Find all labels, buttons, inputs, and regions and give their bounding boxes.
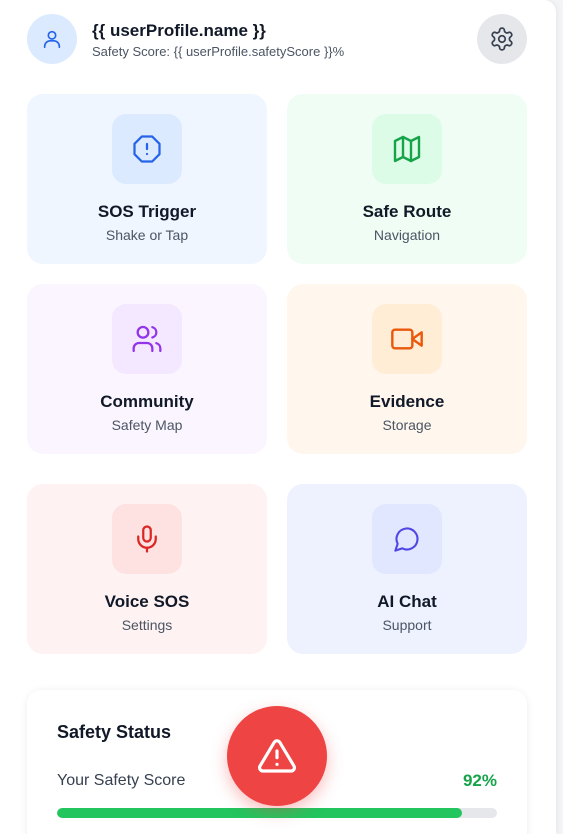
card-icon-tile xyxy=(372,114,442,184)
card-voice-sos[interactable]: Voice SOS Settings xyxy=(27,484,267,654)
map-icon xyxy=(391,133,423,165)
safety-score-text: Safety Score: {{ userProfile.safetyScore… xyxy=(92,44,345,59)
card-sos-trigger[interactable]: SOS Trigger Shake or Tap xyxy=(27,94,267,264)
app-screen: {{ userProfile.name }} Safety Score: {{ … xyxy=(0,0,556,834)
card-community[interactable]: Community Safety Map xyxy=(27,284,267,454)
card-title: Voice SOS xyxy=(104,592,190,611)
card-ai-chat[interactable]: AI Chat Support xyxy=(287,484,527,654)
safety-score-progress xyxy=(57,808,497,818)
safety-score-value: 92% xyxy=(462,771,497,790)
card-subtitle: Safety Map xyxy=(111,417,183,433)
profile-name: {{ userProfile.name }} xyxy=(92,21,266,40)
card-title: Community xyxy=(100,392,194,411)
gear-icon xyxy=(489,26,515,52)
card-icon-tile xyxy=(112,504,182,574)
status-title: Safety Status xyxy=(57,722,172,742)
safety-score-label: Your Safety Score xyxy=(57,772,186,789)
card-icon-tile xyxy=(372,304,442,374)
profile-header: {{ userProfile.name }} Safety Score: {{ … xyxy=(27,14,527,64)
card-title: Safe Route xyxy=(362,202,452,221)
card-title: Evidence xyxy=(369,392,445,411)
card-subtitle: Navigation xyxy=(373,227,441,243)
card-icon-tile xyxy=(112,114,182,184)
card-subtitle: Settings xyxy=(121,617,173,633)
card-icon-tile xyxy=(372,504,442,574)
card-subtitle: Storage xyxy=(382,417,432,433)
avatar[interactable] xyxy=(27,14,77,64)
card-safe-route[interactable]: Safe Route Navigation xyxy=(287,94,527,264)
microphone-icon xyxy=(132,524,162,554)
card-title: SOS Trigger xyxy=(97,202,197,221)
user-icon xyxy=(41,28,63,50)
card-title: AI Chat xyxy=(377,592,437,611)
warning-triangle-icon xyxy=(257,736,297,776)
progress-fill xyxy=(57,808,462,818)
card-icon-tile xyxy=(112,304,182,374)
settings-button[interactable] xyxy=(477,14,527,64)
video-camera-icon xyxy=(391,323,423,355)
users-icon xyxy=(131,323,163,355)
card-subtitle: Shake or Tap xyxy=(105,227,189,243)
card-subtitle: Support xyxy=(382,617,432,633)
alert-octagon-icon xyxy=(132,134,162,164)
chat-bubble-icon xyxy=(393,525,421,553)
sos-emergency-button[interactable] xyxy=(227,706,327,806)
card-evidence[interactable]: Evidence Storage xyxy=(287,284,527,454)
